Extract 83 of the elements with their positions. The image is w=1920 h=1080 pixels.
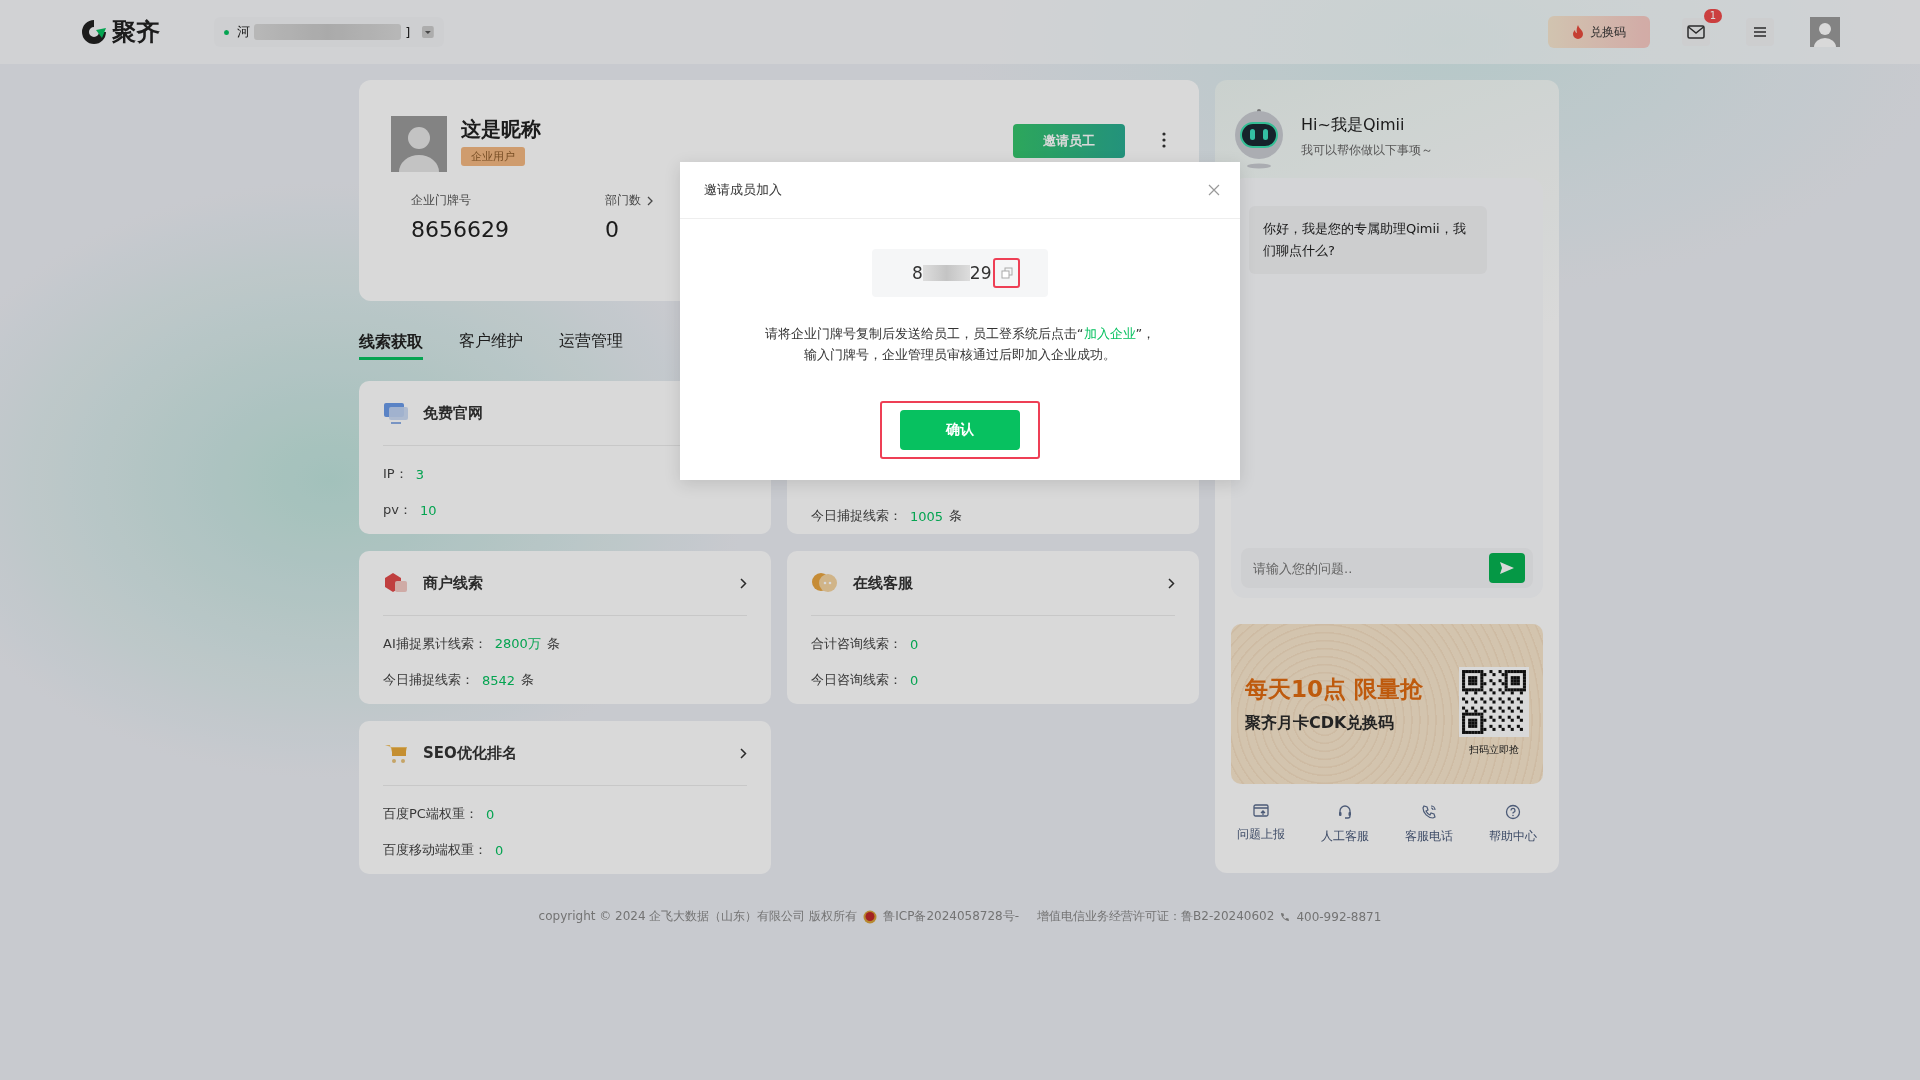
code-text: 29: [969, 263, 992, 283]
emblem-icon: [863, 909, 878, 924]
metric-value: 3: [415, 466, 424, 482]
help-link[interactable]: 问题上报: [1237, 804, 1285, 845]
metric-label: 今日捕捉线索：: [383, 671, 474, 689]
stat-label: 部门数: [605, 192, 641, 209]
metric-value: 10: [419, 502, 437, 518]
chat-message: 你好，我是您的专属助理Qimii，我们聊点什么?: [1249, 206, 1487, 274]
card-title: 免费官网: [423, 403, 483, 423]
phone-icon: [1421, 804, 1437, 820]
tab[interactable]: 客户维护: [459, 324, 523, 358]
instruction-text: 请将企业门牌号复制后发送给员工，员工登系统后点击“加入企业”， 输入门牌号，企业管理员审核通过后即加入企业成功。: [764, 325, 1156, 364]
report-icon: [1253, 804, 1269, 818]
menu-icon: [1752, 25, 1768, 39]
help-icon: [1505, 804, 1521, 820]
qr-code: [1459, 667, 1529, 737]
copyright-text: copyright © 2024 企飞大数据（山东）有限公司 版权所有: [538, 908, 858, 925]
account-badge: 企业用户: [461, 147, 525, 166]
chevron-icon[interactable]: [740, 577, 747, 589]
dialog-title: 邀请成员加入: [704, 181, 782, 199]
monitor-icon: [383, 401, 409, 425]
mail-button[interactable]: [1682, 18, 1710, 46]
metric-label: 合计咨询线索：: [811, 635, 902, 653]
metric-value: 2800万: [494, 635, 541, 653]
metric-value: 0: [910, 672, 919, 688]
user-avatar[interactable]: [1810, 17, 1840, 47]
banner-headline: 每天10点 限量抢: [1245, 675, 1424, 704]
chevron-icon[interactable]: [647, 195, 653, 206]
card-title: 商户线索: [423, 573, 483, 593]
qr-caption: 扫码立即抢: [1469, 743, 1519, 757]
stat-value: 8656629: [411, 217, 509, 242]
metric-unit: 条: [521, 671, 535, 689]
redeem-button[interactable]: 兑换码: [1548, 16, 1650, 48]
metric-label: 百度移动端权重：: [383, 841, 487, 859]
metric-label: AI捕捉累计线索：: [383, 635, 487, 653]
menu-button[interactable]: [1746, 18, 1774, 46]
headset-icon: [1337, 804, 1353, 820]
metric-label: 百度PC端权重：: [383, 805, 478, 823]
nickname: 这是昵称: [461, 116, 541, 143]
code-text: 8: [912, 263, 923, 283]
tab[interactable]: 运营管理: [559, 324, 623, 358]
metric-unit: 条: [546, 635, 560, 653]
tab[interactable]: 线索获取: [359, 326, 423, 360]
dropdown-icon: [422, 26, 434, 38]
mail-icon: [1687, 25, 1705, 39]
chat-icon: [811, 572, 839, 594]
send-icon: [1499, 561, 1515, 575]
assistant-title: Hi~我是Qimii: [1301, 115, 1406, 136]
card-title: SEO优化排名: [423, 743, 517, 763]
metric-label: IP：: [383, 465, 408, 483]
promo-banner[interactable]: 每天10点 限量抢 聚齐月卡CDK兑换码 扫码立即抢: [1231, 624, 1543, 784]
flame-icon: [1572, 25, 1584, 39]
banner-subline: 聚齐月卡CDK兑换码: [1245, 713, 1396, 734]
stat-label: 企业门牌号: [411, 192, 471, 209]
brand-name: 聚齐: [112, 17, 160, 48]
metric-value: 1005: [910, 508, 944, 524]
help-link[interactable]: 人工客服: [1321, 804, 1369, 845]
metric-value: 0: [495, 842, 504, 858]
stat-value: 0: [605, 217, 619, 242]
metric-label: 今日咨询线索：: [811, 671, 902, 689]
metric-value: 0: [485, 806, 495, 822]
send-button[interactable]: [1489, 553, 1525, 583]
phone-number: 400-992-8871: [1296, 909, 1382, 924]
profile-avatar: [391, 116, 447, 172]
metric-label: pv：: [383, 501, 412, 519]
help-link[interactable]: 帮助中心: [1489, 804, 1537, 845]
close-icon[interactable]: [1208, 184, 1220, 196]
license-text: 增值电信业务经营许可证：鲁B2-20240602: [1037, 908, 1275, 925]
chevron-icon[interactable]: [1168, 577, 1175, 589]
more-icon[interactable]: [1161, 132, 1167, 148]
metric-value: 8542: [482, 672, 516, 688]
metric-value: 0: [910, 636, 919, 652]
shop-icon: [383, 572, 409, 594]
help-link[interactable]: 客服电话: [1405, 804, 1453, 845]
chevron-icon[interactable]: [740, 747, 747, 759]
card-title: 在线客服: [853, 573, 913, 593]
phone-icon: [1280, 911, 1291, 922]
assistant-subtitle: 我可以帮你做以下事项～: [1301, 142, 1433, 159]
metric-unit: 条: [949, 507, 963, 525]
notification-badge: 1: [1703, 9, 1722, 23]
logo-icon: [80, 18, 108, 46]
metric-label: 今日捕捉线索：: [811, 507, 902, 525]
chat-input[interactable]: 请输入您的问题..: [1241, 548, 1533, 588]
